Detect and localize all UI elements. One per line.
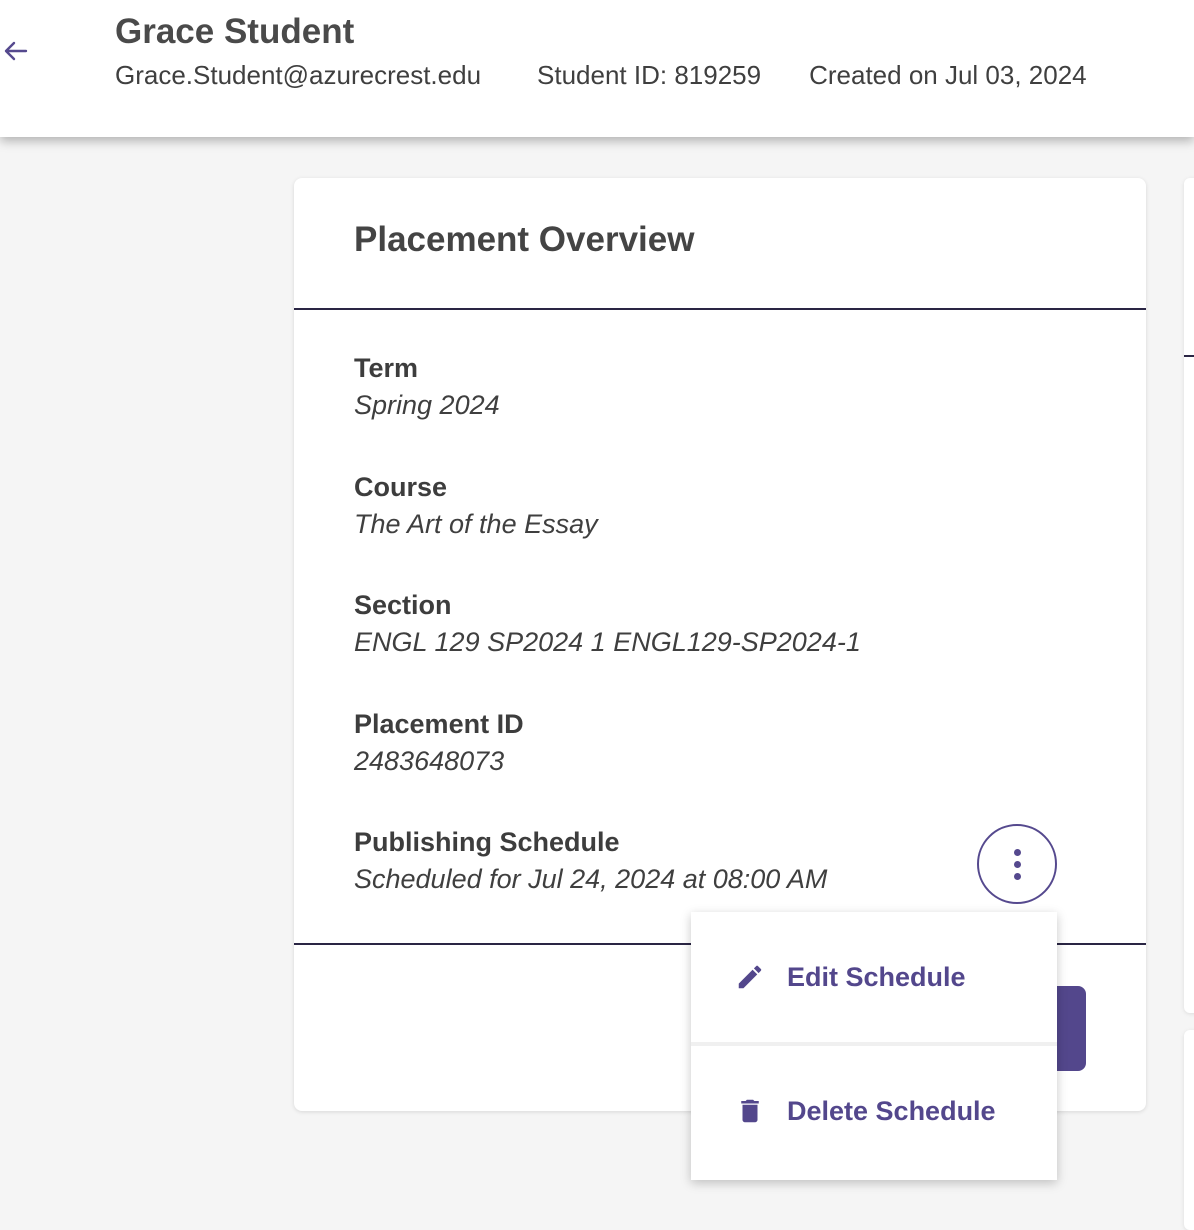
field-term: Term Spring 2024 (354, 350, 500, 424)
adjacent-card (1184, 178, 1194, 1013)
field-section: Section ENGL 129 SP2024 1 ENGL129-SP2024… (354, 587, 861, 661)
field-value: 2483648073 (354, 746, 505, 776)
field-label: Section (354, 590, 452, 620)
adjacent-card-divider (1184, 355, 1194, 357)
field-value: ENGL 129 SP2024 1 ENGL129-SP2024-1 (354, 627, 861, 657)
student-name: Grace Student (115, 12, 355, 51)
menu-item-delete-schedule[interactable]: Delete Schedule (691, 1046, 1057, 1176)
pencil-icon (735, 962, 765, 992)
more-vertical-icon (1013, 872, 1021, 880)
field-value: The Art of the Essay (354, 509, 598, 539)
adjacent-card-lower (1184, 1030, 1194, 1230)
menu-item-label: Edit Schedule (787, 961, 966, 992)
card-divider-top (294, 308, 1146, 310)
more-vertical-icon (1013, 848, 1021, 856)
field-placement-id: Placement ID 2483648073 (354, 706, 524, 780)
trash-icon (735, 1096, 765, 1126)
field-value: Spring 2024 (354, 390, 500, 420)
arrow-left-icon (4, 41, 28, 61)
field-course: Course The Art of the Essay (354, 469, 598, 543)
field-value: Scheduled for Jul 24, 2024 at 08:00 AM (354, 864, 828, 894)
schedule-options-menu: Edit Schedule Delete Schedule (691, 912, 1057, 1180)
card-title: Placement Overview (354, 220, 695, 259)
field-label: Term (354, 353, 419, 383)
created-date: Created on Jul 03, 2024 (809, 60, 1087, 90)
field-label: Placement ID (354, 709, 524, 739)
more-vertical-icon (1013, 860, 1021, 868)
back-button[interactable] (0, 34, 30, 68)
student-meta: Grace.Student@azurecrest.edu Student ID:… (115, 60, 1087, 91)
student-email: Grace.Student@azurecrest.edu (115, 60, 482, 90)
student-header: Grace Student Grace.Student@azurecrest.e… (0, 0, 1194, 137)
schedule-options-button[interactable] (977, 824, 1057, 904)
menu-item-edit-schedule[interactable]: Edit Schedule (691, 912, 1057, 1042)
student-id: Student ID: 819259 (537, 60, 762, 90)
field-label: Publishing Schedule (354, 827, 620, 857)
field-publishing-schedule: Publishing Schedule Scheduled for Jul 24… (354, 824, 827, 898)
field-label: Course (354, 472, 448, 502)
menu-item-label: Delete Schedule (787, 1095, 996, 1126)
